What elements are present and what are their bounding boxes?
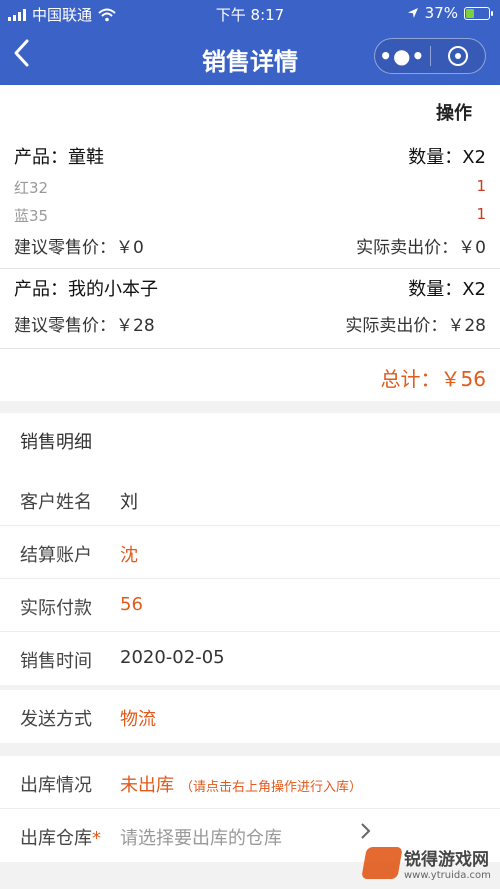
variant-quantity: 1 bbox=[476, 177, 486, 195]
product-quantity: 数量：X2 bbox=[408, 279, 486, 300]
close-circle-icon[interactable] bbox=[430, 46, 485, 66]
field-label: 出库情况 bbox=[20, 775, 92, 796]
watermark-name: 锐得游戏网 bbox=[404, 850, 489, 870]
field-label: 实际付款 bbox=[20, 598, 92, 619]
required-mark: * bbox=[92, 828, 101, 849]
actual-payment-row: 实际付款 56 bbox=[0, 579, 500, 632]
sale-date-value: 2020-02-05 bbox=[120, 647, 225, 668]
battery-percent: 37% bbox=[424, 4, 458, 22]
field-label: 客户姓名 bbox=[20, 492, 92, 513]
operation-bar: 操作 bbox=[0, 85, 500, 137]
product-quantity: 数量：X2 bbox=[408, 147, 486, 168]
total-amount: 总计：￥56 bbox=[380, 367, 486, 391]
actual-payment-value: 56 bbox=[120, 594, 143, 615]
watermark-url: www.ytruida.com bbox=[404, 870, 491, 881]
warehouse-label: 出库仓库 bbox=[20, 828, 92, 849]
customer-name-row: 客户姓名 刘 bbox=[0, 473, 500, 526]
battery-icon bbox=[464, 6, 493, 20]
section-title: 销售明细 bbox=[20, 432, 92, 453]
actual-price: 实际卖出价：￥0 bbox=[356, 238, 486, 258]
customer-name-value: 刘 bbox=[120, 492, 138, 513]
shipping-method-value: 物流 bbox=[120, 709, 156, 730]
suggested-price: 建议零售价：￥28 bbox=[14, 316, 155, 336]
stock-status-value: 未出库 （请点击右上角操作进行入库） bbox=[120, 771, 362, 797]
warehouse-picker[interactable]: 请选择要出库的仓库 bbox=[120, 824, 282, 850]
watermark-logo: 锐得游戏网 www.ytruida.com bbox=[361, 843, 494, 883]
product-name: 产品：我的小本子 bbox=[14, 279, 158, 300]
shipping-method-row: 发送方式 物流 bbox=[0, 690, 500, 743]
stock-status-hint: （请点击右上角操作进行入库） bbox=[180, 780, 363, 795]
operation-button[interactable]: 操作 bbox=[436, 99, 472, 125]
stock-status-row: 出库情况 未出库 （请点击右上角操作进行入库） bbox=[0, 756, 500, 809]
sales-detail-section: 销售明细 客户姓名 刘 结算账户 沈 实际付款 56 销售时间 2020-02-… bbox=[0, 413, 500, 685]
actual-price: 实际卖出价：￥28 bbox=[345, 316, 486, 336]
settlement-account-row: 结算账户 沈 bbox=[0, 526, 500, 579]
total-row: 总计：￥56 bbox=[0, 349, 500, 401]
field-label: 结算账户 bbox=[20, 545, 92, 566]
product-name: 产品：童鞋 bbox=[14, 147, 104, 168]
nav-bar: 销售详情 •●• bbox=[0, 28, 500, 85]
product-list: 产品：童鞋 数量：X2 红32 1 蓝35 1 建议零售价：￥0 实际卖出价：￥… bbox=[0, 137, 500, 349]
variant-label: 红32 bbox=[14, 179, 49, 197]
variant-label: 蓝35 bbox=[14, 207, 49, 225]
stock-status-text: 未出库 bbox=[120, 775, 174, 796]
status-bar: 中国联通 下午 8:17 37% bbox=[0, 0, 500, 28]
location-arrow-icon bbox=[407, 8, 418, 18]
variant-quantity: 1 bbox=[476, 205, 486, 223]
field-label: 发送方式 bbox=[20, 709, 92, 730]
sale-date-row: 销售时间 2020-02-05 bbox=[0, 632, 500, 685]
suggested-price: 建议零售价：￥0 bbox=[14, 238, 144, 258]
settlement-account-value: 沈 bbox=[120, 545, 138, 566]
product-item: 产品：童鞋 数量：X2 红32 1 蓝35 1 建议零售价：￥0 实际卖出价：￥… bbox=[0, 137, 500, 269]
field-label: 出库仓库* bbox=[20, 824, 101, 850]
shipping-section: 发送方式 物流 bbox=[0, 690, 500, 743]
product-item: 产品：我的小本子 数量：X2 建议零售价：￥28 实际卖出价：￥28 bbox=[0, 269, 500, 349]
watermark-logo-icon bbox=[361, 847, 403, 879]
mini-program-capsule: •●• bbox=[374, 38, 486, 74]
more-dots-icon[interactable]: •●• bbox=[375, 46, 430, 66]
field-label: 销售时间 bbox=[20, 651, 92, 672]
